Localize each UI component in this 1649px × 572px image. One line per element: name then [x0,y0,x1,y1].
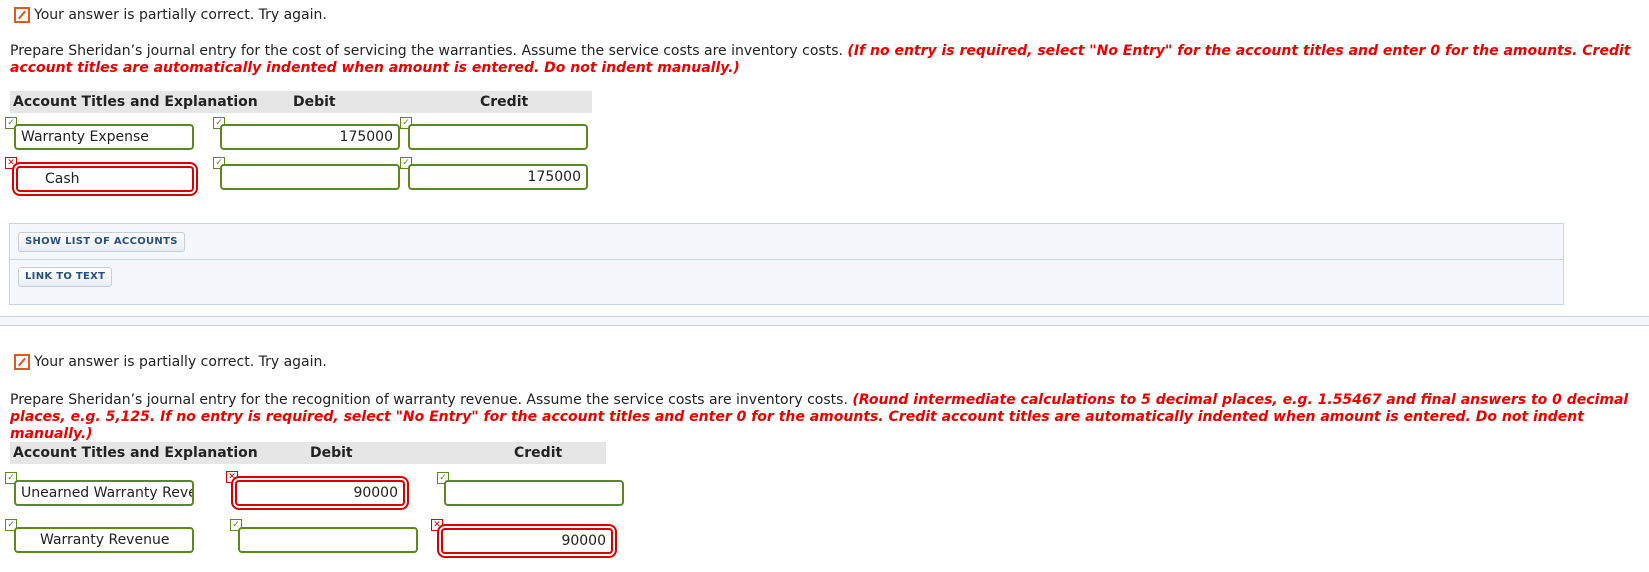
part1-row2-account-input[interactable]: Cash [16,166,194,192]
header-credit: Credit [514,445,563,461]
part1-row1-account-input[interactable]: Warranty Expense [14,124,194,150]
part1-row1-debit-input[interactable]: 175000 [220,124,400,150]
section-divider [0,316,1649,326]
part2-status: Your answer is partially correct. Try ag… [14,352,327,372]
part1-status: Your answer is partially correct. Try ag… [14,5,327,25]
header-account: Account Titles and Explanation [13,94,258,110]
part1-row2-credit-input[interactable]: 175000 [408,164,588,190]
part1-status-text: Your answer is partially correct. Try ag… [34,7,327,23]
panel-row-link: LINK TO TEXT [10,260,1563,304]
part1-table-header: Account Titles and Explanation Debit Cre… [10,91,592,113]
link-to-text-button[interactable]: LINK TO TEXT [18,267,113,287]
part1-row2-debit-input[interactable] [220,164,400,190]
header-debit: Debit [293,94,336,110]
part2-table-header: Account Titles and Explanation Debit Cre… [10,442,606,464]
part2-instructions-text: Prepare Sheridan’s journal entry for the… [10,392,853,408]
panel-row-accounts: SHOW LIST OF ACCOUNTS [10,224,1563,260]
part2-instructions: Prepare Sheridan’s journal entry for the… [10,392,1640,443]
part1-row1-credit-input[interactable] [408,124,588,150]
header-account: Account Titles and Explanation [13,445,258,461]
part1-instructions: Prepare Sheridan’s journal entry for the… [10,43,1640,77]
header-credit: Credit [480,94,529,110]
edit-pencil-icon [14,7,30,23]
incorrect-x-icon: ✕ [5,157,17,169]
part1-tools-panel: SHOW LIST OF ACCOUNTS LINK TO TEXT [9,223,1564,305]
show-list-of-accounts-button[interactable]: SHOW LIST OF ACCOUNTS [18,232,185,252]
part2-row1-debit-input[interactable]: 90000 [235,480,405,506]
part2-status-text: Your answer is partially correct. Try ag… [34,354,327,370]
edit-pencil-icon [14,354,30,370]
part1-instructions-text: Prepare Sheridan’s journal entry for the… [10,43,848,59]
part2-row1-credit-input[interactable] [444,480,624,506]
part2-row2-account-input[interactable]: Warranty Revenue [14,527,194,553]
part2-row1-account-input[interactable]: Unearned Warranty Revenue [14,480,194,506]
part2-row2-credit-input[interactable]: 90000 [441,528,613,554]
header-debit: Debit [310,445,353,461]
part2-row2-debit-input[interactable] [238,527,418,553]
